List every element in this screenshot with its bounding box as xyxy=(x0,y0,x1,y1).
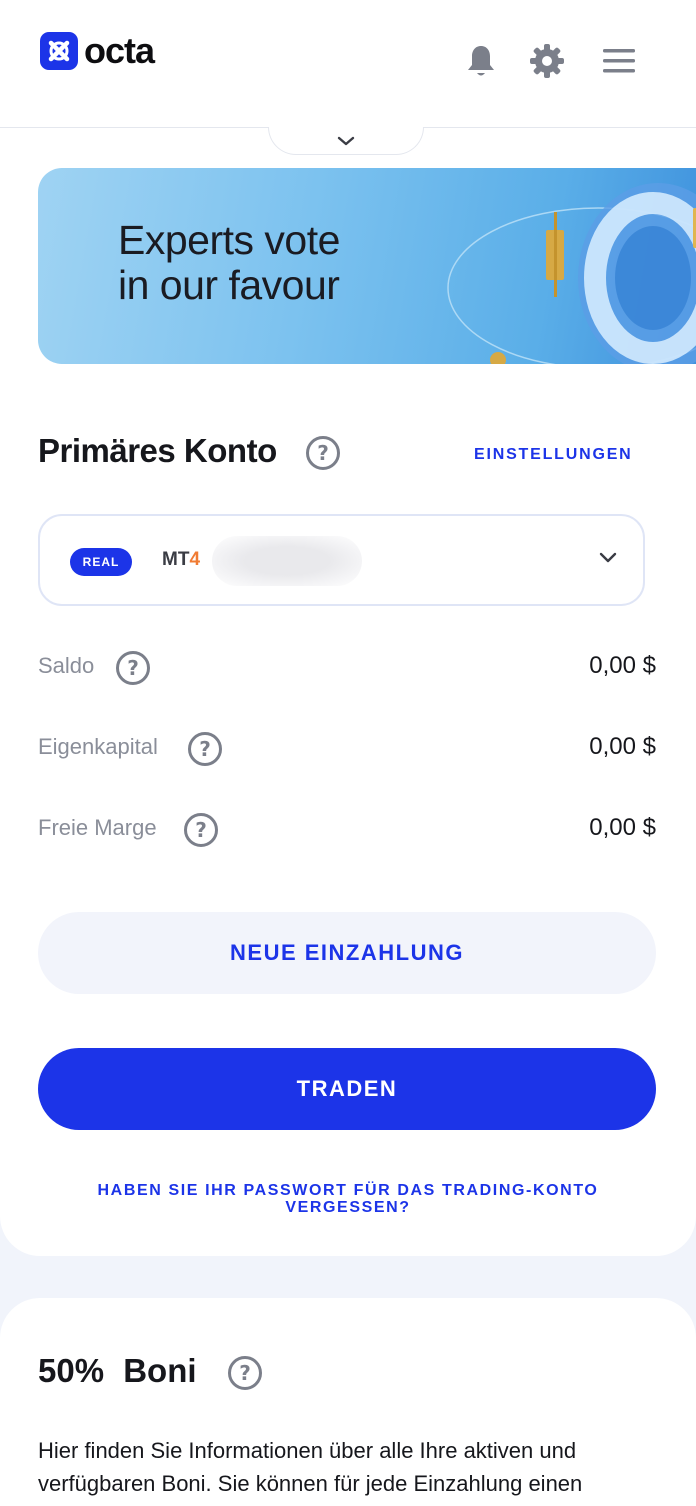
brand-logo[interactable]: octa xyxy=(40,30,155,71)
trade-button[interactable]: TRADEN xyxy=(38,1048,656,1130)
equity-label: Eigenkapital xyxy=(38,734,158,759)
banner-illustration xyxy=(447,183,696,364)
bell-icon[interactable] xyxy=(462,42,500,80)
free-margin-label: Freie Marge xyxy=(38,815,157,840)
octa-logo-icon xyxy=(40,32,78,70)
balance-value: 0,00 $ xyxy=(589,652,656,679)
banner-headline: Experts vote in our favour xyxy=(118,217,340,308)
help-icon[interactable]: ? xyxy=(228,1356,262,1390)
hamburger-menu-icon[interactable] xyxy=(600,42,638,80)
account-number-redacted xyxy=(212,536,362,586)
help-icon[interactable]: ? xyxy=(184,813,218,847)
chevron-down-icon xyxy=(337,136,355,145)
help-icon[interactable]: ? xyxy=(306,436,340,470)
free-margin-value: 0,00 $ xyxy=(589,814,656,841)
account-title: Primäres Konto xyxy=(38,432,277,469)
new-deposit-button[interactable]: NEUE EINZAHLUNG xyxy=(38,912,656,994)
help-icon[interactable]: ? xyxy=(116,651,150,685)
top-header: octa xyxy=(0,0,696,128)
real-badge: REAL xyxy=(70,548,132,576)
chevron-down-icon xyxy=(599,552,617,563)
bonus-description: Hier finden Sie Informationen über alle … xyxy=(38,1438,583,1496)
brand-name: octa xyxy=(84,30,155,71)
settings-link[interactable]: EINSTELLUNGEN xyxy=(474,446,633,464)
expand-header-toggle[interactable] xyxy=(268,127,424,155)
equity-value: 0,00 $ xyxy=(589,733,656,760)
gear-icon[interactable] xyxy=(528,42,566,80)
platform-label: MT4 xyxy=(162,549,201,570)
promo-banner[interactable]: Experts vote in our favour xyxy=(38,168,696,364)
help-icon[interactable]: ? xyxy=(188,732,222,766)
bonus-title: 50% Boni xyxy=(38,1352,197,1389)
account-selector[interactable]: REAL MT4 xyxy=(38,514,645,606)
balance-label: Saldo xyxy=(38,653,95,678)
forgot-password-link[interactable]: HABEN SIE IHR PASSWORT FÜR DAS TRADING-K… xyxy=(40,1182,656,1216)
